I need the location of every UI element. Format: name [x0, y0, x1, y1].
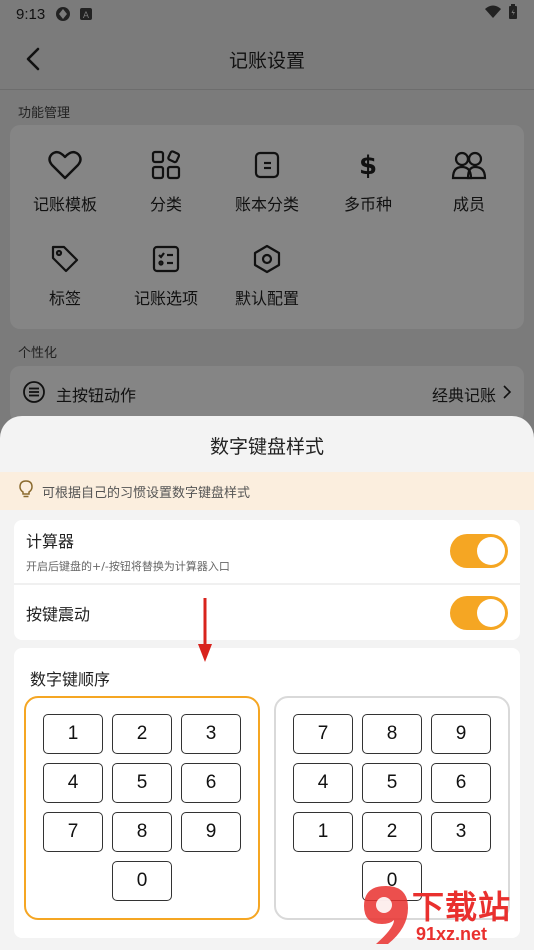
watermark-text: 下载站 [412, 888, 512, 926]
function-item-defaults[interactable]: 默认配置 [217, 241, 317, 321]
wifi-icon [484, 5, 502, 23]
main-button-action-row[interactable]: 主按钮动作 经典记账 [10, 366, 524, 422]
function-item-options[interactable]: 记账选项 [116, 241, 216, 321]
vibration-toggle[interactable] [450, 595, 508, 630]
key-button: 2 [112, 714, 172, 754]
function-label: 账本分类 [234, 195, 299, 214]
battery-icon [508, 4, 518, 24]
status-bar: 9:13 A [0, 0, 534, 28]
keypad-style-sheet: 数字键盘样式 可根据自己的习惯设置数字键盘样式 计算器 开启后键盘的+/-按钮将… [0, 416, 534, 950]
category-icon [148, 147, 184, 183]
svg-text:A: A [83, 11, 90, 21]
vibration-row: 按键震动 [14, 585, 520, 640]
back-button[interactable] [18, 44, 48, 74]
calculator-label: 计算器 [26, 532, 75, 551]
key-button: 8 [112, 812, 172, 852]
book-icon [249, 147, 285, 183]
function-item-members[interactable]: 成员 [419, 147, 519, 227]
calculator-description: 开启后键盘的+/-按钮将替换为计算器入口 [26, 560, 230, 573]
key-order-title: 数字键顺序 [30, 670, 111, 689]
function-label: 标签 [48, 289, 81, 308]
tip-text: 可根据自己的习惯设置数字键盘样式 [42, 485, 251, 501]
key-button: 3 [431, 812, 491, 852]
tag-icon [47, 241, 83, 277]
function-grid: 记账模板 分类 账本分类 $ 多币种 成员 标签 记账选项 默认配置 [10, 125, 524, 329]
vibration-label: 按键震动 [26, 604, 91, 624]
key-button: 0 [112, 861, 172, 901]
key-button: 4 [293, 763, 353, 803]
key-button: 1 [43, 714, 103, 754]
function-label: 记账选项 [133, 289, 198, 308]
toggle-knob [477, 598, 505, 627]
checklist-icon [148, 241, 184, 277]
calculator-row: 计算器 开启后键盘的+/-按钮将替换为计算器入口 [14, 520, 520, 582]
function-label: 默认配置 [234, 289, 299, 308]
page-title: 记账设置 [228, 49, 305, 72]
key-button: 7 [43, 812, 103, 852]
watermark: 下载站 91xz.net [360, 880, 534, 950]
settings-hex-icon [249, 241, 285, 277]
key-button: 7 [293, 714, 353, 754]
nav-divider [0, 89, 534, 90]
key-button: 5 [112, 763, 172, 803]
top-nav-bar: 记账设置 [0, 30, 534, 88]
key-button: 4 [43, 763, 103, 803]
status-time: 9:13 [16, 5, 46, 23]
function-item-book-category[interactable]: 账本分类 [217, 147, 317, 227]
chevron-right-icon [502, 384, 512, 404]
heart-icon [47, 147, 83, 183]
toggle-card: 计算器 开启后键盘的+/-按钮将替换为计算器入口 按键震动 [14, 520, 520, 640]
function-label: 成员 [452, 195, 485, 214]
members-icon [451, 147, 487, 183]
section-label-functions: 功能管理 [18, 106, 71, 121]
function-label: 记账模板 [32, 195, 97, 214]
svg-text:$: $ [359, 151, 377, 180]
dollar-icon: $ [350, 147, 386, 183]
toggle-knob [477, 537, 505, 565]
main-button-action-label: 主按钮动作 [56, 386, 137, 405]
function-item-category[interactable]: 分类 [116, 147, 216, 227]
key-button: 6 [181, 763, 241, 803]
key-button: 8 [362, 714, 422, 754]
key-button: 1 [293, 812, 353, 852]
tip-banner: 可根据自己的习惯设置数字键盘样式 [0, 472, 534, 510]
vpn-icon [55, 6, 71, 22]
watermark-url: 91xz.net [416, 924, 488, 944]
main-button-action-value: 经典记账 [431, 386, 496, 405]
lightbulb-icon [18, 480, 34, 502]
function-item-template[interactable]: 记账模板 [15, 147, 115, 227]
key-button: 5 [362, 763, 422, 803]
function-item-tags[interactable]: 标签 [15, 241, 115, 321]
keypad-option-ascending[interactable]: 1 2 3 4 5 6 7 8 9 0 [24, 696, 260, 920]
watermark-logo-icon [364, 886, 408, 944]
section-label-personalize: 个性化 [18, 346, 58, 361]
app-notification-icon: A [79, 7, 93, 21]
key-button: 9 [181, 812, 241, 852]
list-icon [22, 380, 46, 408]
function-item-currency[interactable]: $ 多币种 [318, 147, 418, 227]
key-button: 9 [431, 714, 491, 754]
calculator-toggle[interactable] [450, 534, 508, 568]
function-label: 多币种 [343, 195, 392, 214]
key-button: 3 [181, 714, 241, 754]
key-button: 2 [362, 812, 422, 852]
red-arrow-annotation [196, 596, 214, 668]
function-label: 分类 [149, 195, 182, 214]
chevron-left-icon [26, 47, 40, 71]
sheet-title: 数字键盘样式 [209, 436, 324, 458]
key-button: 6 [431, 763, 491, 803]
